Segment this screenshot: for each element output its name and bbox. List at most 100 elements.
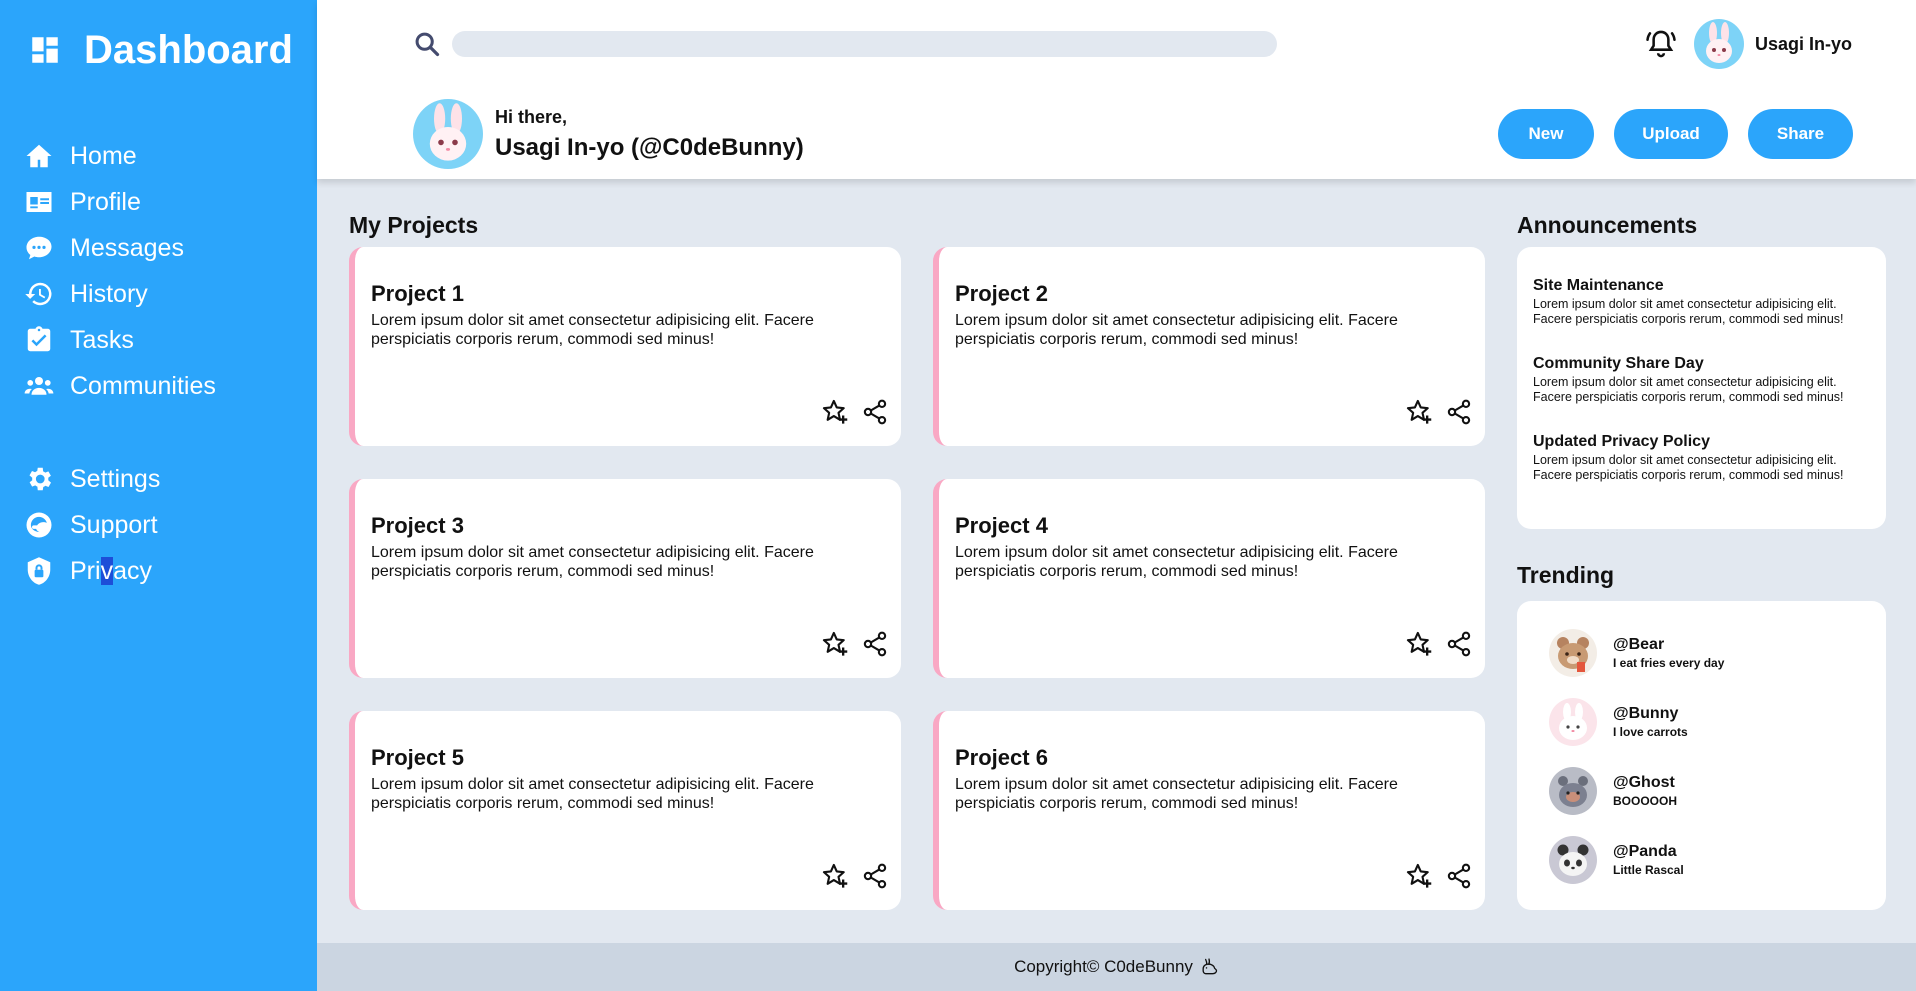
trending-item[interactable]: @Bunny I love carrots (1549, 698, 1688, 746)
trending-item[interactable]: @Bear I eat fries every day (1549, 629, 1724, 677)
share-icon[interactable] (861, 398, 889, 426)
project-card[interactable]: Project 2 Lorem ipsum dolor sit amet con… (933, 247, 1485, 446)
announcement-body: Lorem ipsum dolor sit amet consectetur a… (1533, 297, 1844, 326)
project-card[interactable]: Project 6 Lorem ipsum dolor sit amet con… (933, 711, 1485, 910)
sidebar-item-tasks[interactable]: Tasks (24, 317, 304, 363)
project-title: Project 2 (955, 281, 1048, 306)
star-add-icon[interactable] (821, 630, 849, 658)
project-card[interactable]: Project 4 Lorem ipsum dolor sit amet con… (933, 479, 1485, 678)
star-add-icon[interactable] (1405, 630, 1433, 658)
bunny-avatar-icon (1549, 698, 1597, 746)
sidebar-item-home[interactable]: Home (24, 133, 304, 179)
brand[interactable]: Dashboard (28, 30, 293, 70)
project-actions (1405, 862, 1473, 890)
search-icon[interactable] (413, 30, 441, 58)
support-icon (26, 512, 52, 538)
sidebar-item-settings[interactable]: Settings (24, 456, 304, 502)
trending-text: @Ghost BOOOOOH (1613, 774, 1677, 808)
star-add-icon[interactable] (821, 398, 849, 426)
announcement-title: Community Share Day (1533, 355, 1704, 372)
trending-title: Trending (1517, 562, 1615, 588)
sidebar-item-profile[interactable]: Profile (24, 179, 304, 225)
trending-subtitle: BOOOOOH (1613, 794, 1678, 808)
share-icon[interactable] (861, 862, 889, 890)
project-card[interactable]: Project 5 Lorem ipsum dolor sit amet con… (349, 711, 901, 910)
sidebar: Dashboard Home Profile Messages History … (0, 0, 317, 991)
sidebar-item-privacy[interactable]: Privacy (24, 548, 304, 594)
sidebar-item-label: Tasks (70, 325, 134, 354)
project-title: Project 4 (955, 513, 1048, 538)
star-add-icon[interactable] (1405, 862, 1433, 890)
announcement-item[interactable]: Community Share Day Lorem ipsum dolor si… (1533, 355, 1873, 405)
bell-icon[interactable] (1644, 27, 1678, 61)
avatar (1549, 629, 1597, 677)
sidebar-item-label: Communities (70, 371, 216, 400)
user-name: Usagi In-yo (1755, 33, 1853, 54)
project-actions (1405, 398, 1473, 426)
sidebar-item-communities[interactable]: Communities (24, 363, 304, 409)
bear-avatar-icon (1549, 629, 1597, 677)
project-card[interactable]: Project 1 Lorem ipsum dolor sit amet con… (349, 247, 901, 446)
project-actions (1405, 630, 1473, 658)
announcement-item[interactable]: Site Maintenance Lorem ipsum dolor sit a… (1533, 277, 1873, 327)
announcement-title: Site Maintenance (1533, 277, 1664, 294)
announcement-body: Lorem ipsum dolor sit amet consectetur a… (1533, 453, 1844, 482)
sidebar-item-label: History (70, 279, 148, 308)
star-add-icon[interactable] (821, 862, 849, 890)
share-icon[interactable] (1445, 398, 1473, 426)
dashboard-icon (32, 37, 58, 63)
trending-panel: @Bear I eat fries every day @Bunny I lov… (1517, 601, 1886, 910)
share-icon[interactable] (1445, 862, 1473, 890)
shield-lock-icon (27, 557, 51, 585)
bunny-avatar-icon (1706, 22, 1732, 63)
user-menu[interactable]: Usagi In-yo (1694, 19, 1852, 69)
avatar (1549, 698, 1597, 746)
privacy-label-pre: Pri (70, 556, 101, 585)
project-card[interactable]: Project 3 Lorem ipsum dolor sit amet con… (349, 479, 901, 678)
project-description: Lorem ipsum dolor sit amet consectetur a… (955, 312, 1398, 348)
project-actions (821, 398, 889, 426)
trending-item[interactable]: @Ghost BOOOOOH (1549, 767, 1677, 815)
home-icon (26, 144, 52, 168)
sidebar-item-messages[interactable]: Messages (24, 225, 304, 271)
profile-avatar (413, 99, 483, 169)
sidebar-nav: Home Profile Messages History Tasks Comm… (24, 133, 304, 594)
sidebar-item-support[interactable]: Support (24, 502, 304, 548)
privacy-label-post: acy (113, 556, 152, 585)
users-icon (24, 377, 54, 395)
project-description: Lorem ipsum dolor sit amet consectetur a… (371, 776, 814, 812)
project-actions (821, 862, 889, 890)
announcement-body: Lorem ipsum dolor sit amet consectetur a… (1533, 375, 1844, 404)
panda-avatar-icon (1549, 836, 1597, 884)
trending-handle: @Ghost (1613, 774, 1675, 791)
share-button[interactable]: Share (1748, 109, 1853, 159)
sidebar-item-label: Settings (70, 464, 161, 493)
project-description: Lorem ipsum dolor sit amet consectetur a… (371, 312, 814, 348)
project-title: Project 5 (371, 745, 464, 770)
bunny-avatar-icon (429, 103, 467, 161)
text-selection: v (100, 556, 114, 585)
trending-text: @Panda Little Rascal (1613, 843, 1684, 877)
trending-subtitle: I eat fries every day (1613, 656, 1725, 670)
trending-item[interactable]: @Panda Little Rascal (1549, 836, 1684, 884)
announcement-title: Updated Privacy Policy (1533, 433, 1710, 450)
trending-handle: @Bear (1613, 636, 1665, 653)
announcement-item[interactable]: Updated Privacy Policy Lorem ipsum dolor… (1533, 433, 1873, 483)
new-button[interactable]: New (1498, 109, 1594, 159)
sidebar-item-label: Privacy (70, 556, 152, 586)
sidebar-item-history[interactable]: History (24, 271, 304, 317)
upload-button[interactable]: Upload (1614, 109, 1728, 159)
brand-title: Dashboard (84, 28, 293, 72)
id-card-icon (26, 192, 52, 212)
search-input[interactable] (452, 31, 1277, 57)
top-header: Usagi In-yo Hi there, Usagi In-yo (@C0de… (317, 0, 1916, 179)
sidebar-item-label: Home (70, 141, 137, 170)
share-icon[interactable] (861, 630, 889, 658)
trending-handle: @Bunny (1613, 705, 1679, 722)
header-actions: New Upload Share (1498, 109, 1853, 159)
announcements-panel: Site Maintenance Lorem ipsum dolor sit a… (1517, 247, 1886, 529)
sidebar-item-label: Support (70, 510, 158, 539)
share-icon[interactable] (1445, 630, 1473, 658)
star-add-icon[interactable] (1405, 398, 1433, 426)
greeting-text: Hi there, Usagi In-yo (@C0deBunny) (495, 107, 804, 162)
